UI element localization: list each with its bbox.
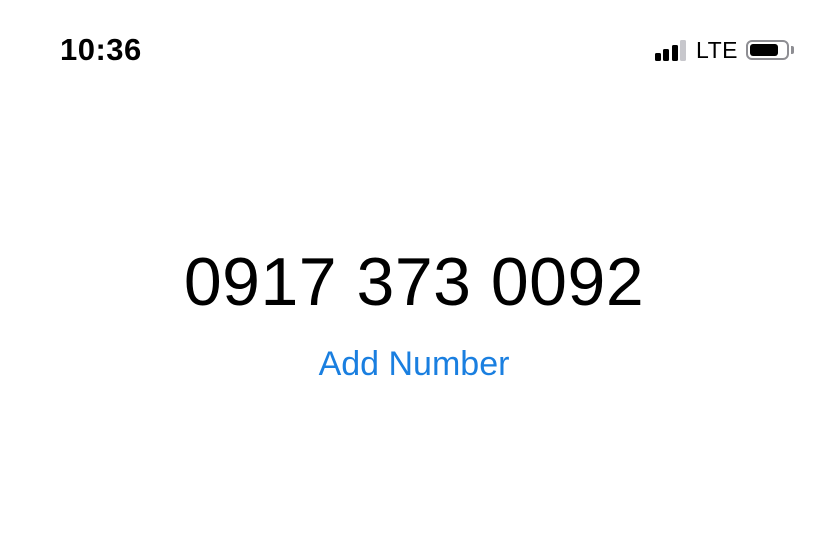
signal-bar [680, 40, 687, 61]
phone-screen: 10:36 LTE 0917 373 0092 Add Number [0, 0, 828, 557]
status-bar: 10:36 LTE [0, 0, 828, 100]
battery-fill [750, 44, 778, 56]
signal-bar [671, 45, 678, 61]
cellular-signal-icon [654, 39, 687, 61]
battery-body [746, 40, 789, 60]
battery-cap [791, 46, 794, 54]
network-type-label: LTE [696, 37, 738, 63]
status-time: 10:36 [60, 32, 142, 67]
signal-bar [663, 49, 670, 61]
status-indicators: LTE [654, 36, 794, 64]
add-number-button[interactable]: Add Number [0, 342, 828, 386]
dialed-number: 0917 373 0092 [183, 244, 645, 320]
battery-icon [746, 40, 794, 60]
signal-bar [654, 53, 661, 61]
